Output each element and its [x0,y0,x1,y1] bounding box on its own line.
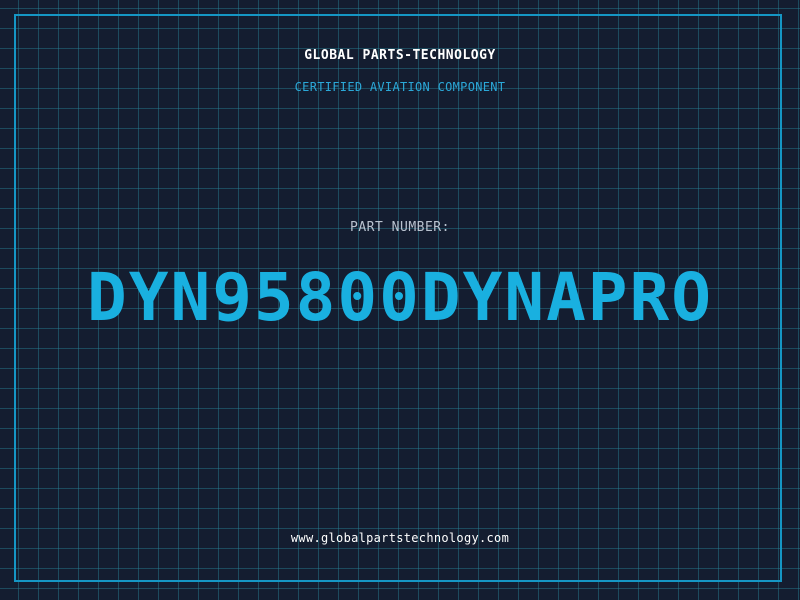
part-number-value: DYN95800DYNAPRO [86,259,714,336]
website-url: www.globalpartstechnology.com [290,531,510,545]
part-number-label: PART NUMBER: [350,220,450,235]
company-name: GLOBAL PARTS-TECHNOLOGY [304,48,496,63]
certificate-canvas: GLOBAL PARTS-TECHNOLOGY CERTIFIED AVIATI… [0,0,800,600]
certification-subtitle: CERTIFIED AVIATION COMPONENT [294,80,506,94]
